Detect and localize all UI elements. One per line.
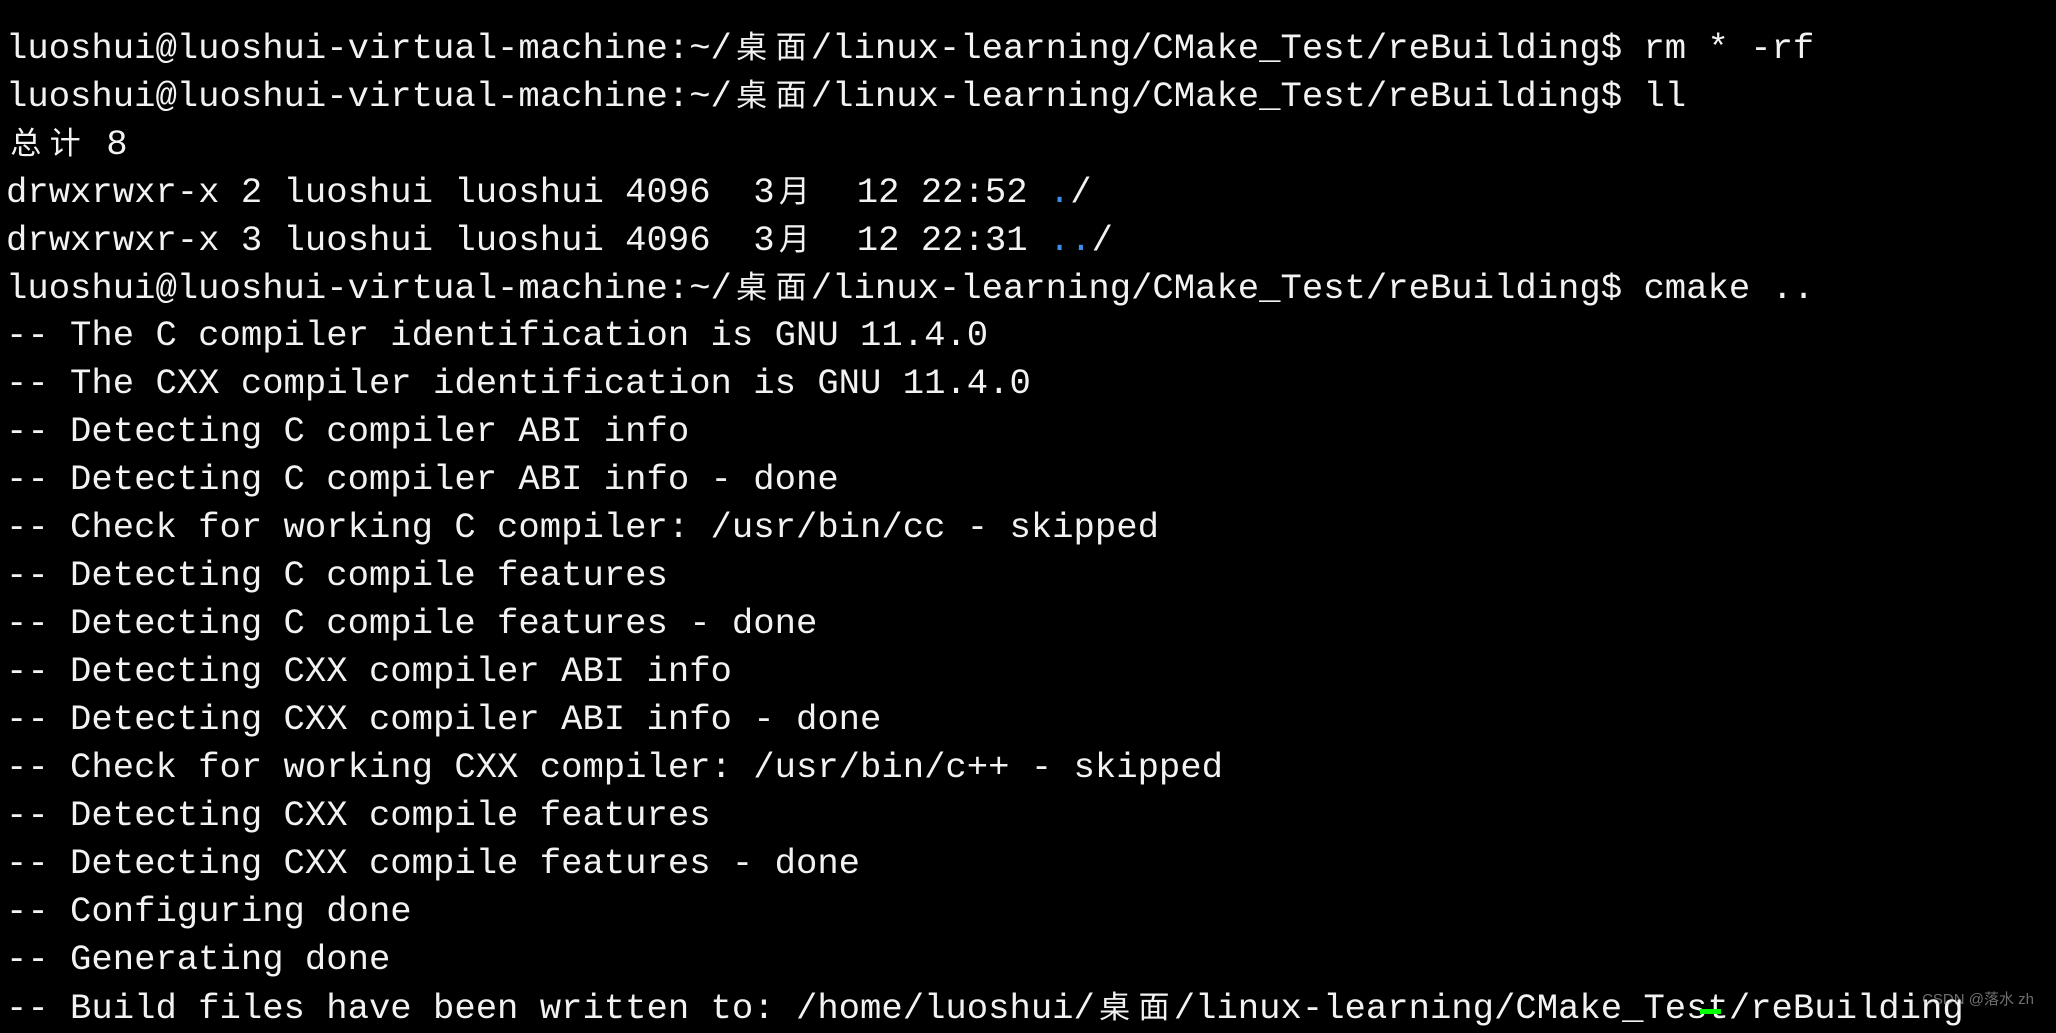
line-text: / xyxy=(1091,220,1113,261)
terminal-line: -- Generating done xyxy=(6,936,1964,984)
terminal-line: drwxrwxr-x 3 luoshui luoshui 4096 3月 12 … xyxy=(6,216,1964,264)
watermark: CSDN @落水 zh xyxy=(1922,991,2034,1008)
terminal-line: -- Detecting C compiler ABI info - done xyxy=(6,456,1964,504)
terminal-line: -- Check for working CXX compiler: /usr/… xyxy=(6,744,1964,792)
line-text: 总计 8 xyxy=(10,124,128,165)
terminal-line: -- Build files have been written to: /ho… xyxy=(6,984,1964,1032)
line-text: -- The C compiler identification is GNU … xyxy=(6,315,989,356)
terminal-output[interactable]: luoshui@luoshui-virtual-machine:~/桌面/lin… xyxy=(6,0,1964,1032)
directory-name: . xyxy=(1048,172,1071,213)
line-text: -- Detecting CXX compiler ABI info - don… xyxy=(6,699,882,740)
line-text: -- Detecting C compile features - done xyxy=(6,603,818,644)
terminal-line: luoshui@luoshui-virtual-machine:~/桌面/lin… xyxy=(6,264,1964,312)
line-text: -- Detecting C compiler ABI info - done xyxy=(6,459,839,500)
line-text: -- Detecting CXX compiler ABI info xyxy=(6,651,732,692)
terminal-line: -- Detecting C compiler ABI info xyxy=(6,408,1964,456)
line-text: luoshui@luoshui-virtual-machine:~/桌面/lin… xyxy=(6,28,1815,69)
line-text: drwxrwxr-x 2 luoshui luoshui 4096 3月 12 … xyxy=(6,172,1049,213)
terminal-line: -- Detecting CXX compile features - done xyxy=(6,840,1964,888)
terminal-line: -- Detecting CXX compiler ABI info - don… xyxy=(6,696,1964,744)
line-text: luoshui@luoshui-virtual-machine:~/桌面/lin… xyxy=(6,268,1815,309)
line-text: -- Detecting C compiler ABI info xyxy=(6,411,690,452)
terminal-line: luoshui@luoshui-virtual-machine:~/桌面/lin… xyxy=(6,72,1964,120)
line-text: -- Build files have been written to: /ho… xyxy=(6,988,1964,1029)
line-text: luoshui@luoshui-virtual-machine:~/桌面/lin… xyxy=(6,76,1687,117)
terminal-line: -- The C compiler identification is GNU … xyxy=(6,312,1964,360)
line-text: -- Detecting CXX compile features xyxy=(6,795,711,836)
line-text: -- Detecting CXX compile features - done xyxy=(6,843,861,884)
line-text: -- The CXX compiler identification is GN… xyxy=(6,363,1031,404)
terminal-line: -- Detecting CXX compile features xyxy=(6,792,1964,840)
terminal-line: luoshui@luoshui-virtual-machine:~/桌面/lin… xyxy=(6,24,1964,72)
terminal-line: drwxrwxr-x 2 luoshui luoshui 4096 3月 12 … xyxy=(6,168,1964,216)
line-text: -- Generating done xyxy=(6,939,391,980)
terminal-line: -- Configuring done xyxy=(6,888,1964,936)
terminal-line: -- The CXX compiler identification is GN… xyxy=(6,360,1964,408)
line-text: -- Check for working C compiler: /usr/bi… xyxy=(6,507,1159,548)
line-text: -- Configuring done xyxy=(6,891,412,932)
terminal-cursor xyxy=(1700,1009,1721,1014)
terminal-line: 总计 8 xyxy=(6,120,1964,168)
line-text: -- Detecting C compile features xyxy=(6,555,668,596)
line-text: drwxrwxr-x 3 luoshui luoshui 4096 3月 12 … xyxy=(6,220,1049,261)
terminal-line: -- Detecting CXX compiler ABI info xyxy=(6,648,1964,696)
terminal-line: -- Detecting C compile features xyxy=(6,552,1964,600)
terminal-line: -- Check for working C compiler: /usr/bi… xyxy=(6,504,1964,552)
line-text: -- Check for working CXX compiler: /usr/… xyxy=(6,747,1223,788)
directory-name: .. xyxy=(1048,220,1092,261)
terminal-line: -- Detecting C compile features - done xyxy=(6,600,1964,648)
line-text: / xyxy=(1070,172,1092,213)
